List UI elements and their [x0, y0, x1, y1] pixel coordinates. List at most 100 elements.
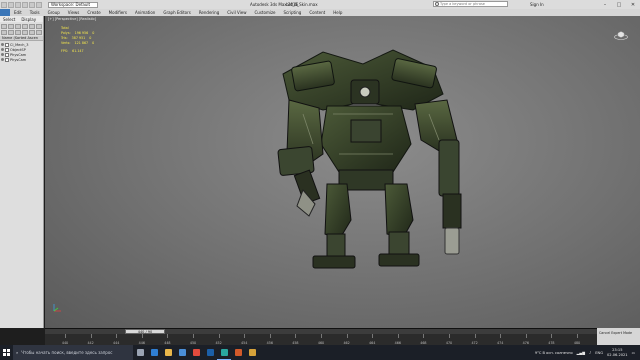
- maximize-button[interactable]: □: [612, 0, 626, 9]
- taskbar-app-store[interactable]: [175, 345, 189, 360]
- timeline-tick: [244, 334, 246, 338]
- workspace-dropdown[interactable]: Workspace: Default: [48, 1, 98, 8]
- viewport-statistics: Total Polys: 196 956 0 Tris: 387 951 0 V…: [61, 26, 94, 54]
- timeline-tick: [193, 334, 194, 338]
- undo-button[interactable]: [29, 1, 35, 8]
- pinned-apps: [133, 345, 259, 360]
- tab-select[interactable]: Select: [0, 17, 18, 22]
- taskbar-search-box[interactable]: ⌕ Чтобы начать поиск, введите здесь запр…: [13, 345, 133, 360]
- timeline-tick: [269, 334, 271, 338]
- tree-item[interactable]: PhysCam: [1, 57, 42, 62]
- geometry-icon[interactable]: [8, 24, 14, 29]
- start-button[interactable]: [0, 345, 13, 360]
- max-logo-icon[interactable]: [0, 9, 10, 16]
- clock[interactable]: 23:15 02.06.2021: [607, 348, 628, 357]
- photoshop-icon: [206, 349, 214, 356]
- menu-tools[interactable]: Tools: [26, 10, 44, 15]
- taskbar-app-task-view[interactable]: [133, 345, 147, 360]
- stats-selected: 0: [92, 31, 95, 35]
- minimize-button[interactable]: –: [598, 0, 612, 9]
- timeline-tick: [116, 334, 118, 338]
- save-file-button[interactable]: [22, 1, 28, 8]
- groups-icon[interactable]: [22, 30, 28, 35]
- stats-value: 121 867: [74, 41, 89, 45]
- expand-icon[interactable]: [1, 43, 4, 46]
- tree-item-label: Cl_Mech_3: [10, 42, 29, 47]
- expand-icon[interactable]: [1, 53, 4, 56]
- lights-icon[interactable]: [22, 24, 28, 29]
- filter-icon[interactable]: [1, 24, 7, 29]
- menu-views[interactable]: Views: [64, 10, 84, 15]
- menu-rendering[interactable]: Rendering: [195, 10, 223, 15]
- language-indicator[interactable]: ENG: [595, 351, 603, 355]
- visibility-icon[interactable]: [5, 52, 9, 57]
- menu-help[interactable]: Help: [329, 10, 346, 15]
- search-input[interactable]: Type a keyword or phrase: [433, 1, 508, 7]
- redo-button[interactable]: [36, 1, 42, 8]
- xrefs-icon[interactable]: [29, 30, 35, 35]
- viewcube-icon[interactable]: [614, 30, 628, 40]
- tab-display[interactable]: Display: [18, 17, 39, 22]
- taskbar-app-chrome[interactable]: [189, 345, 203, 360]
- visibility-icon[interactable]: [5, 57, 9, 62]
- volume-icon[interactable]: ♪: [589, 351, 591, 355]
- scene-explorer-tabs: Select Display: [0, 16, 43, 22]
- bones-icon[interactable]: [8, 30, 14, 35]
- menu-modifiers[interactable]: Modifiers: [105, 10, 131, 15]
- timeline-tick: [525, 334, 527, 338]
- timeline-tick: [397, 334, 399, 338]
- notification-icon[interactable]: ▭: [632, 351, 635, 355]
- explorer-toolbar: [0, 22, 43, 36]
- menu-civil-view[interactable]: Civil View: [223, 10, 250, 15]
- close-button[interactable]: ✕: [626, 0, 640, 9]
- timeline-tick: [372, 334, 374, 338]
- network-icon[interactable]: ▂▄▆: [577, 351, 585, 355]
- viewport-label[interactable]: [+] [Perspective] [Realistic]: [48, 17, 96, 21]
- shapes-icon[interactable]: [15, 24, 21, 29]
- visibility-icon[interactable]: [5, 47, 9, 52]
- timeline-tick: [551, 334, 553, 338]
- perspective-viewport[interactable]: [+] [Perspective] [Realistic] Total Poly…: [45, 16, 640, 328]
- taskbar-app-folder[interactable]: [245, 345, 259, 360]
- menu-content[interactable]: Content: [305, 10, 329, 15]
- expand-icon[interactable]: [1, 48, 4, 51]
- menu-group[interactable]: Group: [44, 10, 64, 15]
- windows-logo-icon: [3, 349, 10, 356]
- expand-icon[interactable]: [1, 58, 4, 61]
- menu-scripting[interactable]: Scripting: [280, 10, 306, 15]
- magnifier-icon: ⌕: [16, 350, 19, 355]
- windows-taskbar: ⌕ Чтобы начать поиск, введите здесь запр…: [0, 345, 640, 360]
- stats-selected: 0: [89, 36, 92, 40]
- spacewarps-icon[interactable]: [1, 30, 7, 35]
- app-menu-button[interactable]: [1, 1, 7, 8]
- timeline-tick: [65, 334, 66, 338]
- helpers-icon[interactable]: [36, 24, 42, 29]
- layers-icon[interactable]: [36, 30, 42, 35]
- taskbar-app-photoshop[interactable]: [203, 345, 217, 360]
- tree-item-label: PhysCam: [10, 52, 27, 57]
- taskbar-app-3dsmax[interactable]: [217, 345, 231, 360]
- weather-widget[interactable]: 9°C В осн. солнечно: [535, 351, 573, 355]
- tree-item-label: PhysCam: [10, 57, 27, 62]
- menu-customize[interactable]: Customize: [251, 10, 280, 15]
- menu-edit[interactable]: Edit: [10, 10, 26, 15]
- menu-animation[interactable]: Animation: [131, 10, 159, 15]
- fps-label: FPS:: [61, 49, 69, 53]
- menu-create[interactable]: Create: [83, 10, 104, 15]
- fps-value: 61.147: [72, 49, 84, 53]
- cameras-icon[interactable]: [29, 24, 35, 29]
- store-icon: [178, 349, 186, 356]
- taskbar-app-explorer[interactable]: [161, 345, 175, 360]
- expert-mode-status[interactable]: Cancel Expert Mode: [597, 328, 640, 345]
- menu-graph-editors[interactable]: Graph Editors: [159, 10, 194, 15]
- open-file-button[interactable]: [15, 1, 21, 8]
- robot-mech-model[interactable]: [243, 44, 483, 284]
- task-view-icon: [136, 349, 144, 356]
- sign-in-link[interactable]: Sign In: [530, 2, 544, 7]
- visibility-icon[interactable]: [5, 42, 9, 47]
- search-placeholder: Type a keyword or phrase: [440, 2, 485, 6]
- taskbar-app-media[interactable]: [231, 345, 245, 360]
- new-file-button[interactable]: [8, 1, 14, 8]
- containers-icon[interactable]: [15, 30, 21, 35]
- taskbar-app-edge[interactable]: [147, 345, 161, 360]
